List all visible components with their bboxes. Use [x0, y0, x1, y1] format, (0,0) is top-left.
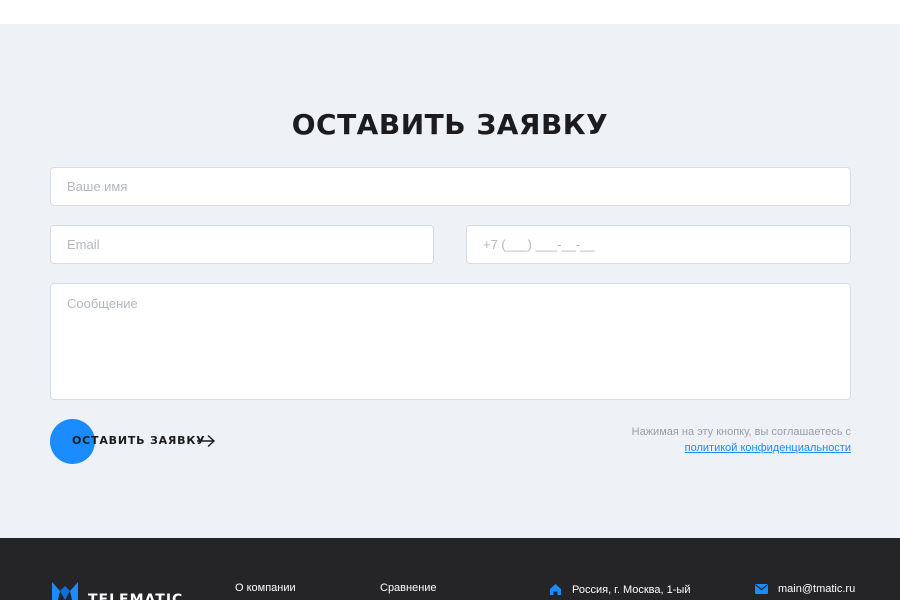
- message-textarea[interactable]: [50, 283, 851, 400]
- phone-input[interactable]: [466, 225, 851, 264]
- logo-icon: [52, 582, 78, 600]
- logo-text: TELEMATIC: [88, 592, 184, 600]
- consent-text: Нажимая на эту кнопку, вы соглашаетесь с: [631, 426, 851, 438]
- location-icon: [550, 584, 561, 595]
- request-form-section: ОСТАВИТЬ ЗАЯВКУ ОСТАВИТЬ ЗАЯВКУ Нажимая …: [0, 24, 900, 538]
- top-strip: [0, 0, 900, 24]
- form-title: ОСТАВИТЬ ЗАЯВКУ: [291, 108, 609, 141]
- name-input[interactable]: [50, 167, 851, 206]
- arrow-right-icon: [197, 434, 216, 448]
- email-input[interactable]: [50, 225, 434, 264]
- privacy-consent: Нажимая на эту кнопку, вы соглашаетесь с…: [632, 424, 851, 456]
- submit-button-label: ОСТАВИТЬ ЗАЯВКУ: [72, 434, 206, 447]
- footer: TELEMATIC О компании Сравнение Россия, г…: [0, 538, 900, 600]
- mail-icon: [755, 584, 768, 594]
- footer-logo[interactable]: TELEMATIC: [52, 582, 182, 600]
- footer-link-compare[interactable]: Сравнение: [380, 582, 437, 594]
- footer-address: Россия, г. Москва, 1-ый: [549, 583, 690, 596]
- privacy-policy-link[interactable]: политикой конфиденциальности: [685, 440, 851, 456]
- footer-link-about[interactable]: О компании: [235, 582, 296, 594]
- footer-email[interactable]: main@tmatic.ru: [755, 583, 855, 595]
- submit-request-button[interactable]: ОСТАВИТЬ ЗАЯВКУ: [50, 419, 230, 464]
- email-text: main@tmatic.ru: [778, 583, 856, 595]
- address-text: Россия, г. Москва, 1-ый: [572, 583, 691, 596]
